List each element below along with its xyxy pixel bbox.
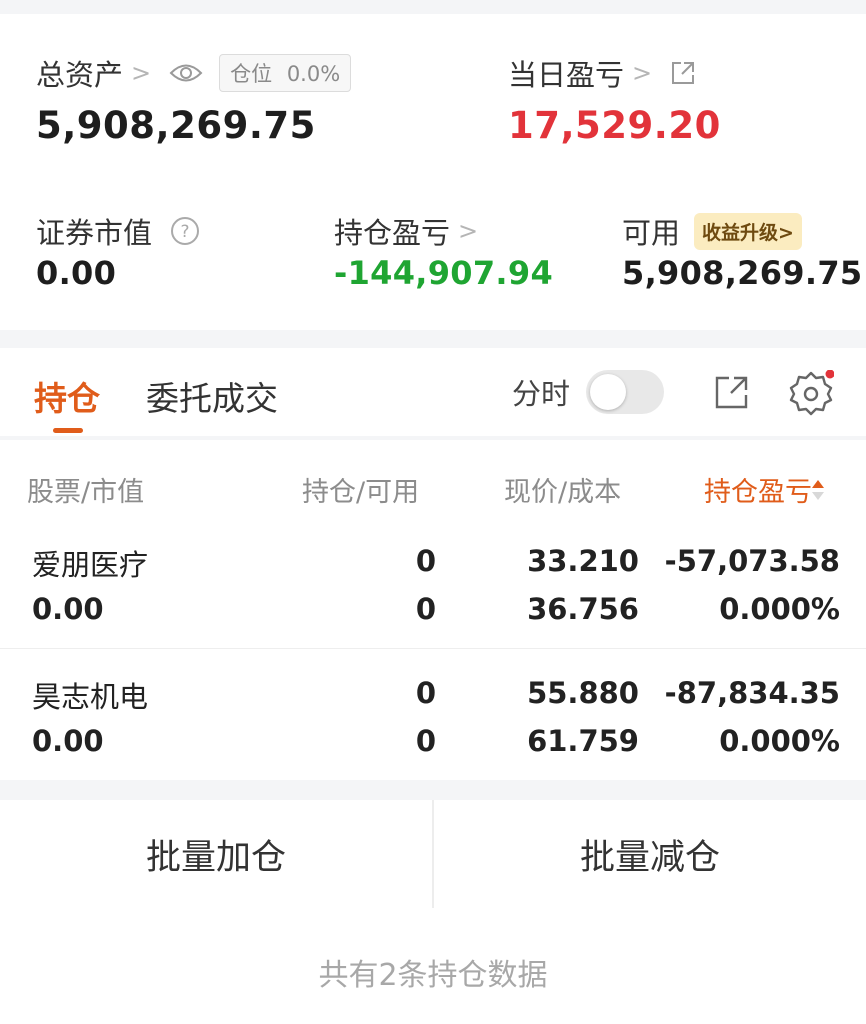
available-header: 可用 收益升级> xyxy=(622,210,802,252)
row-divider xyxy=(0,648,866,649)
total-assets-header[interactable]: 总资产 > 仓位 0.0% xyxy=(36,52,352,94)
current-price: 33.210 xyxy=(527,544,639,578)
market-value-header: 证券市值 ? xyxy=(36,210,200,252)
active-tab-indicator xyxy=(53,428,83,433)
batch-add-label: 批量加仓 xyxy=(145,837,286,878)
table-row[interactable]: 昊志机电 0.00 0 0 55.880 61.759 -87,834.35 0… xyxy=(0,658,866,780)
daily-pnl-label: 当日盈亏 xyxy=(508,58,625,92)
batch-reduce-label: 批量减仓 xyxy=(579,837,720,878)
intraday-toggle-group: 分时 xyxy=(512,370,665,414)
table-row[interactable]: 爱朋医疗 0.00 0 0 33.210 36.756 -57,073.58 0… xyxy=(0,526,866,648)
tab-bar: 持仓 委托成交 分时 xyxy=(0,348,866,436)
total-assets-value: 5,908,269.75 xyxy=(36,104,316,147)
daily-pnl-value: 17,529.20 xyxy=(508,104,721,147)
header-price-cost: 现价/成本 xyxy=(504,477,622,508)
batch-add-button[interactable]: 批量加仓 xyxy=(0,800,432,908)
header-holding-available: 持仓/可用 xyxy=(302,477,420,508)
intraday-toggle[interactable] xyxy=(586,370,665,414)
holdings-table: 股票/市值 持仓/可用 现价/成本 持仓盈亏 爱朋医疗 0.00 0 0 33.… xyxy=(0,440,866,780)
stock-market-value: 0.00 xyxy=(32,592,104,626)
eye-icon[interactable] xyxy=(169,62,203,84)
tab-holdings[interactable]: 持仓 xyxy=(34,372,100,420)
holding-pnl-header[interactable]: 持仓盈亏 > xyxy=(334,210,478,252)
tab-orders[interactable]: 委托成交 xyxy=(146,372,278,420)
market-value-value: 0.00 xyxy=(36,254,117,292)
tab-orders-label: 委托成交 xyxy=(146,379,278,418)
header-stock-value: 股票/市值 xyxy=(27,477,145,508)
stock-name: 昊志机电 xyxy=(32,680,149,714)
stock-name: 爱朋医疗 xyxy=(32,548,149,582)
header-holding-pnl-sort[interactable]: 持仓盈亏 xyxy=(704,470,826,509)
svg-text:?: ? xyxy=(181,222,190,242)
holding-pnl-value: -144,907.94 xyxy=(334,254,554,292)
toggle-knob xyxy=(590,374,627,410)
cost-price: 61.759 xyxy=(527,724,639,758)
available-label: 可用 xyxy=(622,216,681,250)
header-holding-pnl: 持仓盈亏 xyxy=(704,477,812,508)
market-value-label: 证券市值 xyxy=(36,216,153,250)
holding-pnl: -87,834.35 xyxy=(664,676,840,710)
intraday-label: 分时 xyxy=(512,377,571,411)
help-icon[interactable]: ? xyxy=(170,216,200,246)
daily-pnl-header[interactable]: 当日盈亏 > xyxy=(508,52,696,94)
settings-icon[interactable] xyxy=(788,369,835,420)
holdings-count-text: 共有2条持仓数据 xyxy=(318,958,548,993)
earnings-upgrade-badge[interactable]: 收益升级> xyxy=(694,212,802,250)
holding-pnl-pct: 0.000% xyxy=(719,724,840,758)
position-pill-value: 0.0% xyxy=(286,62,341,86)
current-price: 55.880 xyxy=(527,676,639,710)
holding-pnl: -57,073.58 xyxy=(664,544,840,578)
chevron-right-icon: > xyxy=(458,217,479,245)
external-link-icon[interactable] xyxy=(670,60,696,86)
cost-price: 36.756 xyxy=(527,592,639,626)
position-ratio-pill: 仓位 0.0% xyxy=(219,54,352,92)
available-value: 5,908,269.75 xyxy=(622,254,863,292)
position-pill-label: 仓位 xyxy=(230,62,273,86)
tab-holdings-label: 持仓 xyxy=(34,379,100,418)
holding-qty: 0 xyxy=(415,544,436,578)
share-icon[interactable] xyxy=(714,374,750,414)
chevron-right-icon: > xyxy=(131,59,152,87)
batch-actions: 批量加仓 批量减仓 共有2条持仓数据 xyxy=(0,800,866,1024)
stock-market-value: 0.00 xyxy=(32,724,104,758)
available-qty: 0 xyxy=(415,724,436,758)
holding-pnl-label: 持仓盈亏 xyxy=(334,216,451,250)
asset-summary-card: 总资产 > 仓位 0.0% 5,908,269.75 当日盈亏 > 17,529… xyxy=(0,14,866,330)
chevron-right-icon: > xyxy=(632,59,653,87)
sort-icon xyxy=(810,476,826,504)
batch-reduce-button[interactable]: 批量减仓 xyxy=(434,800,866,908)
notification-dot xyxy=(825,369,835,379)
total-assets-label: 总资产 xyxy=(36,58,124,92)
holding-pnl-pct: 0.000% xyxy=(719,592,840,626)
holding-qty: 0 xyxy=(415,676,436,710)
available-qty: 0 xyxy=(415,592,436,626)
